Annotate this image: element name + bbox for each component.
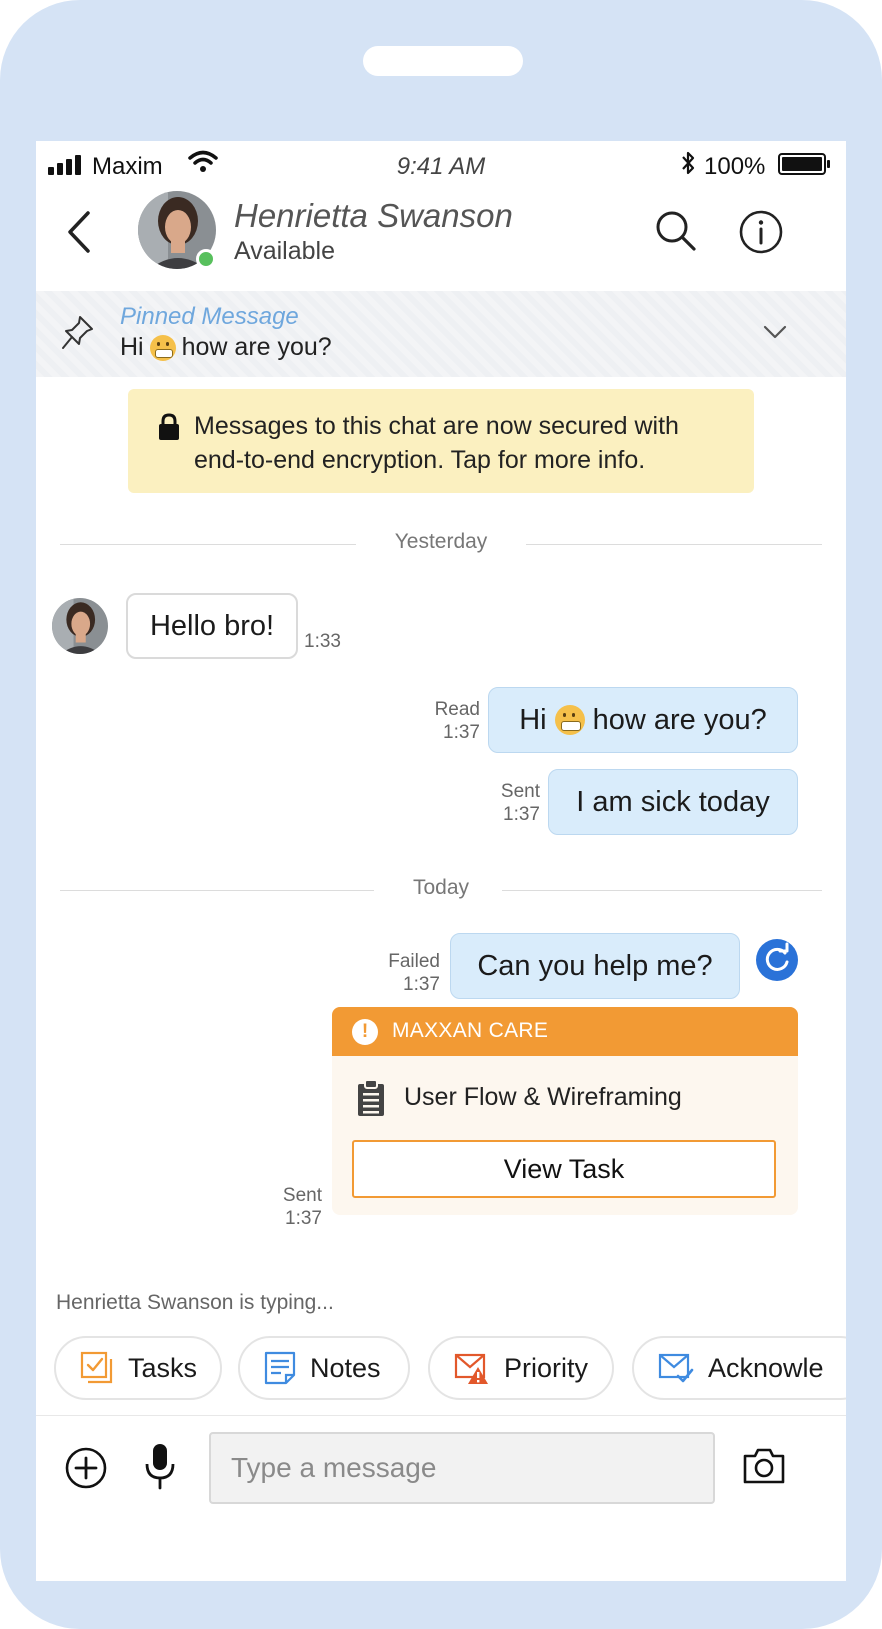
contact-name[interactable]: Henrietta Swanson [234,197,513,235]
notes-chip[interactable]: Notes [238,1336,410,1400]
message-time: 1:33 [304,630,341,653]
priority-icon [454,1353,488,1384]
message-time: 1:37 [403,974,440,995]
message-status: Sent [500,781,540,802]
pinned-message-text: Hi how are you? [120,333,332,362]
grimacing-emoji-icon [554,705,585,735]
search-icon[interactable] [654,209,698,253]
tasks-chip[interactable]: Tasks [54,1336,222,1400]
battery-icon [778,153,830,175]
quick-actions-bar: Tasks Notes Priority Acknowle [36,1336,846,1402]
pin-icon [62,316,93,349]
priority-chip[interactable]: Priority [428,1336,614,1400]
date-label: Yesterday [394,530,488,553]
add-attachment-icon[interactable] [64,1446,108,1490]
view-task-button[interactable]: View Task [352,1140,776,1198]
message-time: 1:37 [285,1208,322,1229]
message-bubble-incoming[interactable]: Hello bro! [126,593,298,659]
encryption-notice[interactable]: Messages to this chat are now secured wi… [128,389,754,493]
chat-screen: Maxim 9:41 AM 100% Henrietta Swanson Ava… [36,141,846,1581]
message-meta: Read 1:37 [396,698,480,744]
date-divider-yesterday: Yesterday [60,530,822,560]
message-text-start: Hi [519,703,547,736]
grimacing-emoji-icon [149,334,176,361]
retry-icon[interactable] [756,939,798,981]
chevron-down-icon[interactable] [760,321,790,343]
message-meta: Sent 1:37 [456,780,540,826]
message-time: 1:37 [443,722,480,743]
contact-availability: Available [234,237,336,265]
bluetooth-icon [682,151,695,175]
typing-indicator: Henrietta Swanson is typing... [56,1291,334,1314]
message-text: I am sick today [576,785,770,818]
lock-icon [159,413,179,440]
message-bubble-outgoing[interactable]: Hi how are you? [488,687,798,753]
message-time: 1:37 [503,804,540,825]
message-text: Can you help me? [477,949,713,982]
message-text-end: how are you? [592,703,767,736]
back-arrow-icon[interactable] [60,207,100,257]
chip-label: Notes [310,1352,381,1383]
task-card: ! MAXXAN CARE User Flow & Wireframing Vi… [332,1007,798,1215]
pinned-text-end: how are you? [181,333,332,361]
chip-label: Tasks [128,1352,198,1383]
message-composer [36,1415,846,1523]
date-label: Today [412,876,470,899]
speaker-slot [363,46,523,76]
status-bar: Maxim 9:41 AM 100% [36,141,846,191]
message-text: Hello bro! [149,609,275,642]
message-bubble-outgoing[interactable]: I am sick today [548,769,798,835]
acknowledge-chip[interactable]: Acknowle [632,1336,846,1400]
info-icon[interactable] [738,209,784,255]
task-card-meta: Sent 1:37 [236,1184,322,1230]
message-time-value: 1:33 [304,631,341,652]
date-divider-today: Today [60,876,822,906]
alert-icon: ! [352,1019,378,1045]
task-name: User Flow & Wireframing [404,1083,682,1111]
task-card-header: ! MAXXAN CARE [332,1007,798,1056]
online-status-dot [196,249,216,269]
clipboard-icon [358,1079,384,1116]
pinned-message-bar[interactable]: Pinned Message Hi how are you? [36,291,846,377]
chip-label: Priority [504,1352,589,1383]
chip-label: Acknowle [708,1352,824,1383]
sender-avatar[interactable] [52,598,108,654]
message-bubble-outgoing-failed[interactable]: Can you help me? [450,933,740,999]
battery-percent: 100% [704,153,766,180]
microphone-icon[interactable] [144,1442,176,1490]
phone-frame: Maxim 9:41 AM 100% Henrietta Swanson Ava… [0,0,882,1629]
acknowledge-icon [658,1353,694,1383]
chat-header: Henrietta Swanson Available [36,191,846,291]
task-card-title: MAXXAN CARE [392,1019,549,1042]
message-status: Sent [282,1185,322,1206]
notes-icon [264,1351,296,1385]
pinned-message-title: Pinned Message [120,303,299,330]
message-input[interactable] [209,1432,715,1504]
message-status-failed: Failed [388,951,440,972]
camera-icon[interactable] [742,1446,786,1486]
message-meta: Failed 1:37 [356,950,440,996]
tasks-icon [80,1351,113,1384]
pinned-text-start: Hi [120,333,144,361]
message-status: Read [434,699,480,720]
encryption-notice-text: Messages to this chat are now secured wi… [194,412,679,474]
